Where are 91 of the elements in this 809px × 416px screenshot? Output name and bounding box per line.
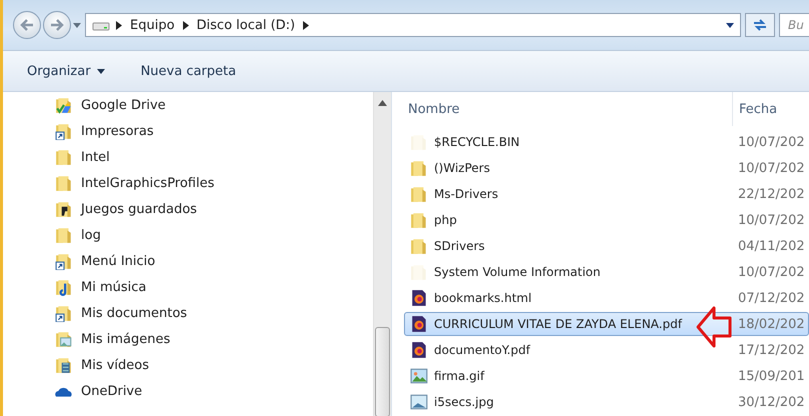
videos-folder-icon bbox=[55, 356, 73, 374]
file-row[interactable]: documentoY.pdf 17/12/202 bbox=[404, 338, 809, 362]
file-row[interactable]: ()WizPers 10/07/202 bbox=[404, 156, 809, 180]
folder-icon bbox=[410, 159, 428, 177]
nav-item-label[interactable]: Intel bbox=[81, 150, 110, 164]
organize-button[interactable]: Organizar bbox=[21, 60, 111, 82]
refresh-button[interactable] bbox=[745, 13, 775, 37]
nav-item-label[interactable]: OneDrive bbox=[81, 384, 142, 398]
file-date: 10/07/202 bbox=[737, 264, 806, 280]
file-date: 30/12/202 bbox=[737, 394, 806, 410]
file-name: System Volume Information bbox=[434, 265, 600, 279]
file-row[interactable]: php 10/07/202 bbox=[404, 208, 809, 232]
nav-item-label[interactable]: Menú Inicio bbox=[81, 254, 156, 268]
chevron-icon[interactable] bbox=[116, 20, 122, 30]
file-row[interactable]: SDrivers 04/11/202 bbox=[404, 234, 809, 258]
new-folder-button[interactable]: Nueva carpeta bbox=[134, 60, 242, 82]
column-header[interactable]: Nombre bbox=[404, 92, 732, 126]
file-date: 17/12/202 bbox=[737, 342, 806, 358]
nav-item-label[interactable]: Mis vídeos bbox=[81, 358, 150, 372]
file-row[interactable]: System Volume Information 10/07/202 bbox=[404, 260, 809, 284]
dropdown-caret-icon[interactable] bbox=[726, 22, 734, 28]
nav-item-label[interactable]: Mis imágenes bbox=[81, 332, 170, 346]
scrollbar[interactable] bbox=[373, 92, 391, 416]
address-bar[interactable]: Equipo Disco local (D:) bbox=[85, 13, 741, 37]
file-date: 10/07/202 bbox=[737, 160, 806, 176]
file-name: $RECYCLE.BIN bbox=[434, 135, 520, 149]
file-name: firma.gif bbox=[434, 369, 484, 383]
breadcrumb[interactable]: Equipo bbox=[128, 18, 177, 32]
arrow-annotation bbox=[696, 305, 732, 349]
folder-icon bbox=[410, 211, 428, 229]
scroll-up-icon[interactable] bbox=[378, 100, 387, 106]
file-date: 18/02/202 bbox=[737, 316, 806, 332]
folder-icon bbox=[55, 148, 73, 166]
file-name: i5secs.jpg bbox=[434, 395, 494, 409]
shortcut-folder-icon bbox=[55, 252, 73, 270]
column-header[interactable]: Fecha bbox=[732, 92, 809, 126]
back-arrow-icon bbox=[20, 19, 34, 31]
firefox-file-icon bbox=[410, 315, 428, 333]
file-name: Ms-Drivers bbox=[434, 187, 498, 201]
file-name: php bbox=[434, 213, 457, 227]
firefox-file-icon bbox=[410, 341, 428, 359]
scrollbar-thumb[interactable] bbox=[375, 327, 390, 416]
file-name: bookmarks.html bbox=[434, 291, 532, 305]
nav-item-label[interactable]: Mi música bbox=[81, 280, 146, 294]
music-folder-icon bbox=[55, 278, 73, 296]
nav-item-label[interactable]: log bbox=[81, 228, 101, 242]
file-date: 10/07/202 bbox=[737, 134, 806, 150]
nav-item-label[interactable]: Impresoras bbox=[81, 124, 154, 138]
file-row[interactable]: Ms-Drivers 22/12/202 bbox=[404, 182, 809, 206]
caret-icon bbox=[96, 68, 105, 74]
pictures-folder-icon bbox=[55, 330, 73, 348]
firefox-file-icon bbox=[410, 289, 428, 307]
shortcut-folder-icon bbox=[55, 304, 73, 322]
file-date: 04/11/202 bbox=[737, 238, 806, 254]
nav-item-label[interactable]: Juegos guardados bbox=[81, 202, 197, 216]
file-date: 10/07/202 bbox=[737, 212, 806, 228]
image-file-icon bbox=[410, 367, 428, 385]
forward-button[interactable] bbox=[43, 11, 71, 39]
chevron-icon[interactable] bbox=[182, 20, 189, 30]
folder-icon bbox=[410, 133, 428, 151]
file-name: ()WizPers bbox=[434, 161, 490, 175]
nav-item-label[interactable]: Mis documentos bbox=[81, 306, 188, 320]
forward-arrow-icon bbox=[50, 19, 64, 31]
games-folder-icon bbox=[55, 200, 73, 218]
file-name: SDrivers bbox=[434, 239, 485, 253]
file-date: 07/12/202 bbox=[737, 290, 806, 306]
file-date: 15/09/201 bbox=[737, 368, 806, 384]
folder-icon bbox=[410, 263, 428, 281]
shortcut-folder-icon bbox=[55, 122, 73, 140]
file-name: CURRICULUM VITAE DE ZAYDA ELENA.pdf bbox=[434, 317, 682, 331]
refresh-arrows-icon bbox=[752, 18, 768, 32]
file-date: 22/12/202 bbox=[737, 186, 806, 202]
nav-item-label[interactable]: IntelGraphicsProfiles bbox=[81, 176, 214, 190]
file-name: documentoY.pdf bbox=[434, 343, 530, 357]
back-button[interactable] bbox=[13, 11, 41, 39]
folder-icon bbox=[55, 226, 73, 244]
folder-icon bbox=[410, 237, 428, 255]
folder-icon bbox=[55, 174, 73, 192]
file-row[interactable]: bookmarks.html 07/12/202 bbox=[404, 286, 809, 310]
file-row[interactable]: CURRICULUM VITAE DE ZAYDA ELENA.pdf 18/02/202 bbox=[404, 312, 809, 336]
chevron-icon[interactable] bbox=[303, 20, 310, 30]
search-field[interactable]: Bu bbox=[779, 13, 809, 37]
file-row[interactable]: firma.gif 15/09/201 bbox=[404, 364, 809, 388]
history-caret-icon[interactable] bbox=[73, 22, 81, 28]
breadcrumb[interactable]: Disco local (D:) bbox=[194, 18, 298, 32]
nav-item-label[interactable]: Google Drive bbox=[81, 98, 166, 112]
file-row[interactable]: i5secs.jpg 30/12/202 bbox=[404, 390, 809, 414]
folder-icon bbox=[410, 185, 428, 203]
drive-folder-icon bbox=[55, 96, 73, 114]
image-file-icon bbox=[410, 393, 428, 411]
file-row[interactable]: $RECYCLE.BIN 10/07/202 bbox=[404, 130, 809, 154]
